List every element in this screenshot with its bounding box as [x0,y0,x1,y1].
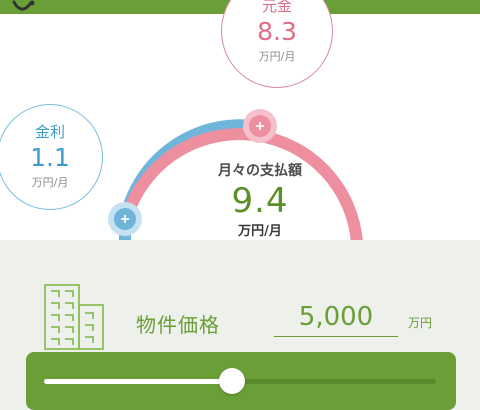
property-price-slider[interactable] [26,352,456,410]
slider-track-filled [44,379,233,384]
property-price-unit: 万円 [408,316,433,330]
interest-unit: 万円/月 [31,175,69,189]
monthly-payment-value: 9.4 [231,181,289,221]
principal-value: 8.3 [257,16,297,46]
principal-handle[interactable] [243,109,277,143]
interest-handle[interactable] [108,202,142,236]
building-icon [43,283,107,355]
interest-value: 1.1 [30,142,70,172]
interest-circle: 金利 1.1 万円/月 [0,104,103,210]
property-price-label: 物件価格 [136,313,220,337]
monthly-payment-unit: 万円/月 [238,224,282,239]
principal-label: 元金 [261,0,292,15]
slider-thumb[interactable] [219,368,246,394]
property-price-input[interactable] [274,298,398,337]
principal-unit: 万円/月 [258,49,296,63]
monthly-payment-label: 月々の支払額 [218,163,302,179]
monthly-payment: 月々の支払額 9.4 万円/月 [160,160,360,239]
interest-label: 金利 [34,122,65,141]
slider-track-empty [232,379,436,384]
